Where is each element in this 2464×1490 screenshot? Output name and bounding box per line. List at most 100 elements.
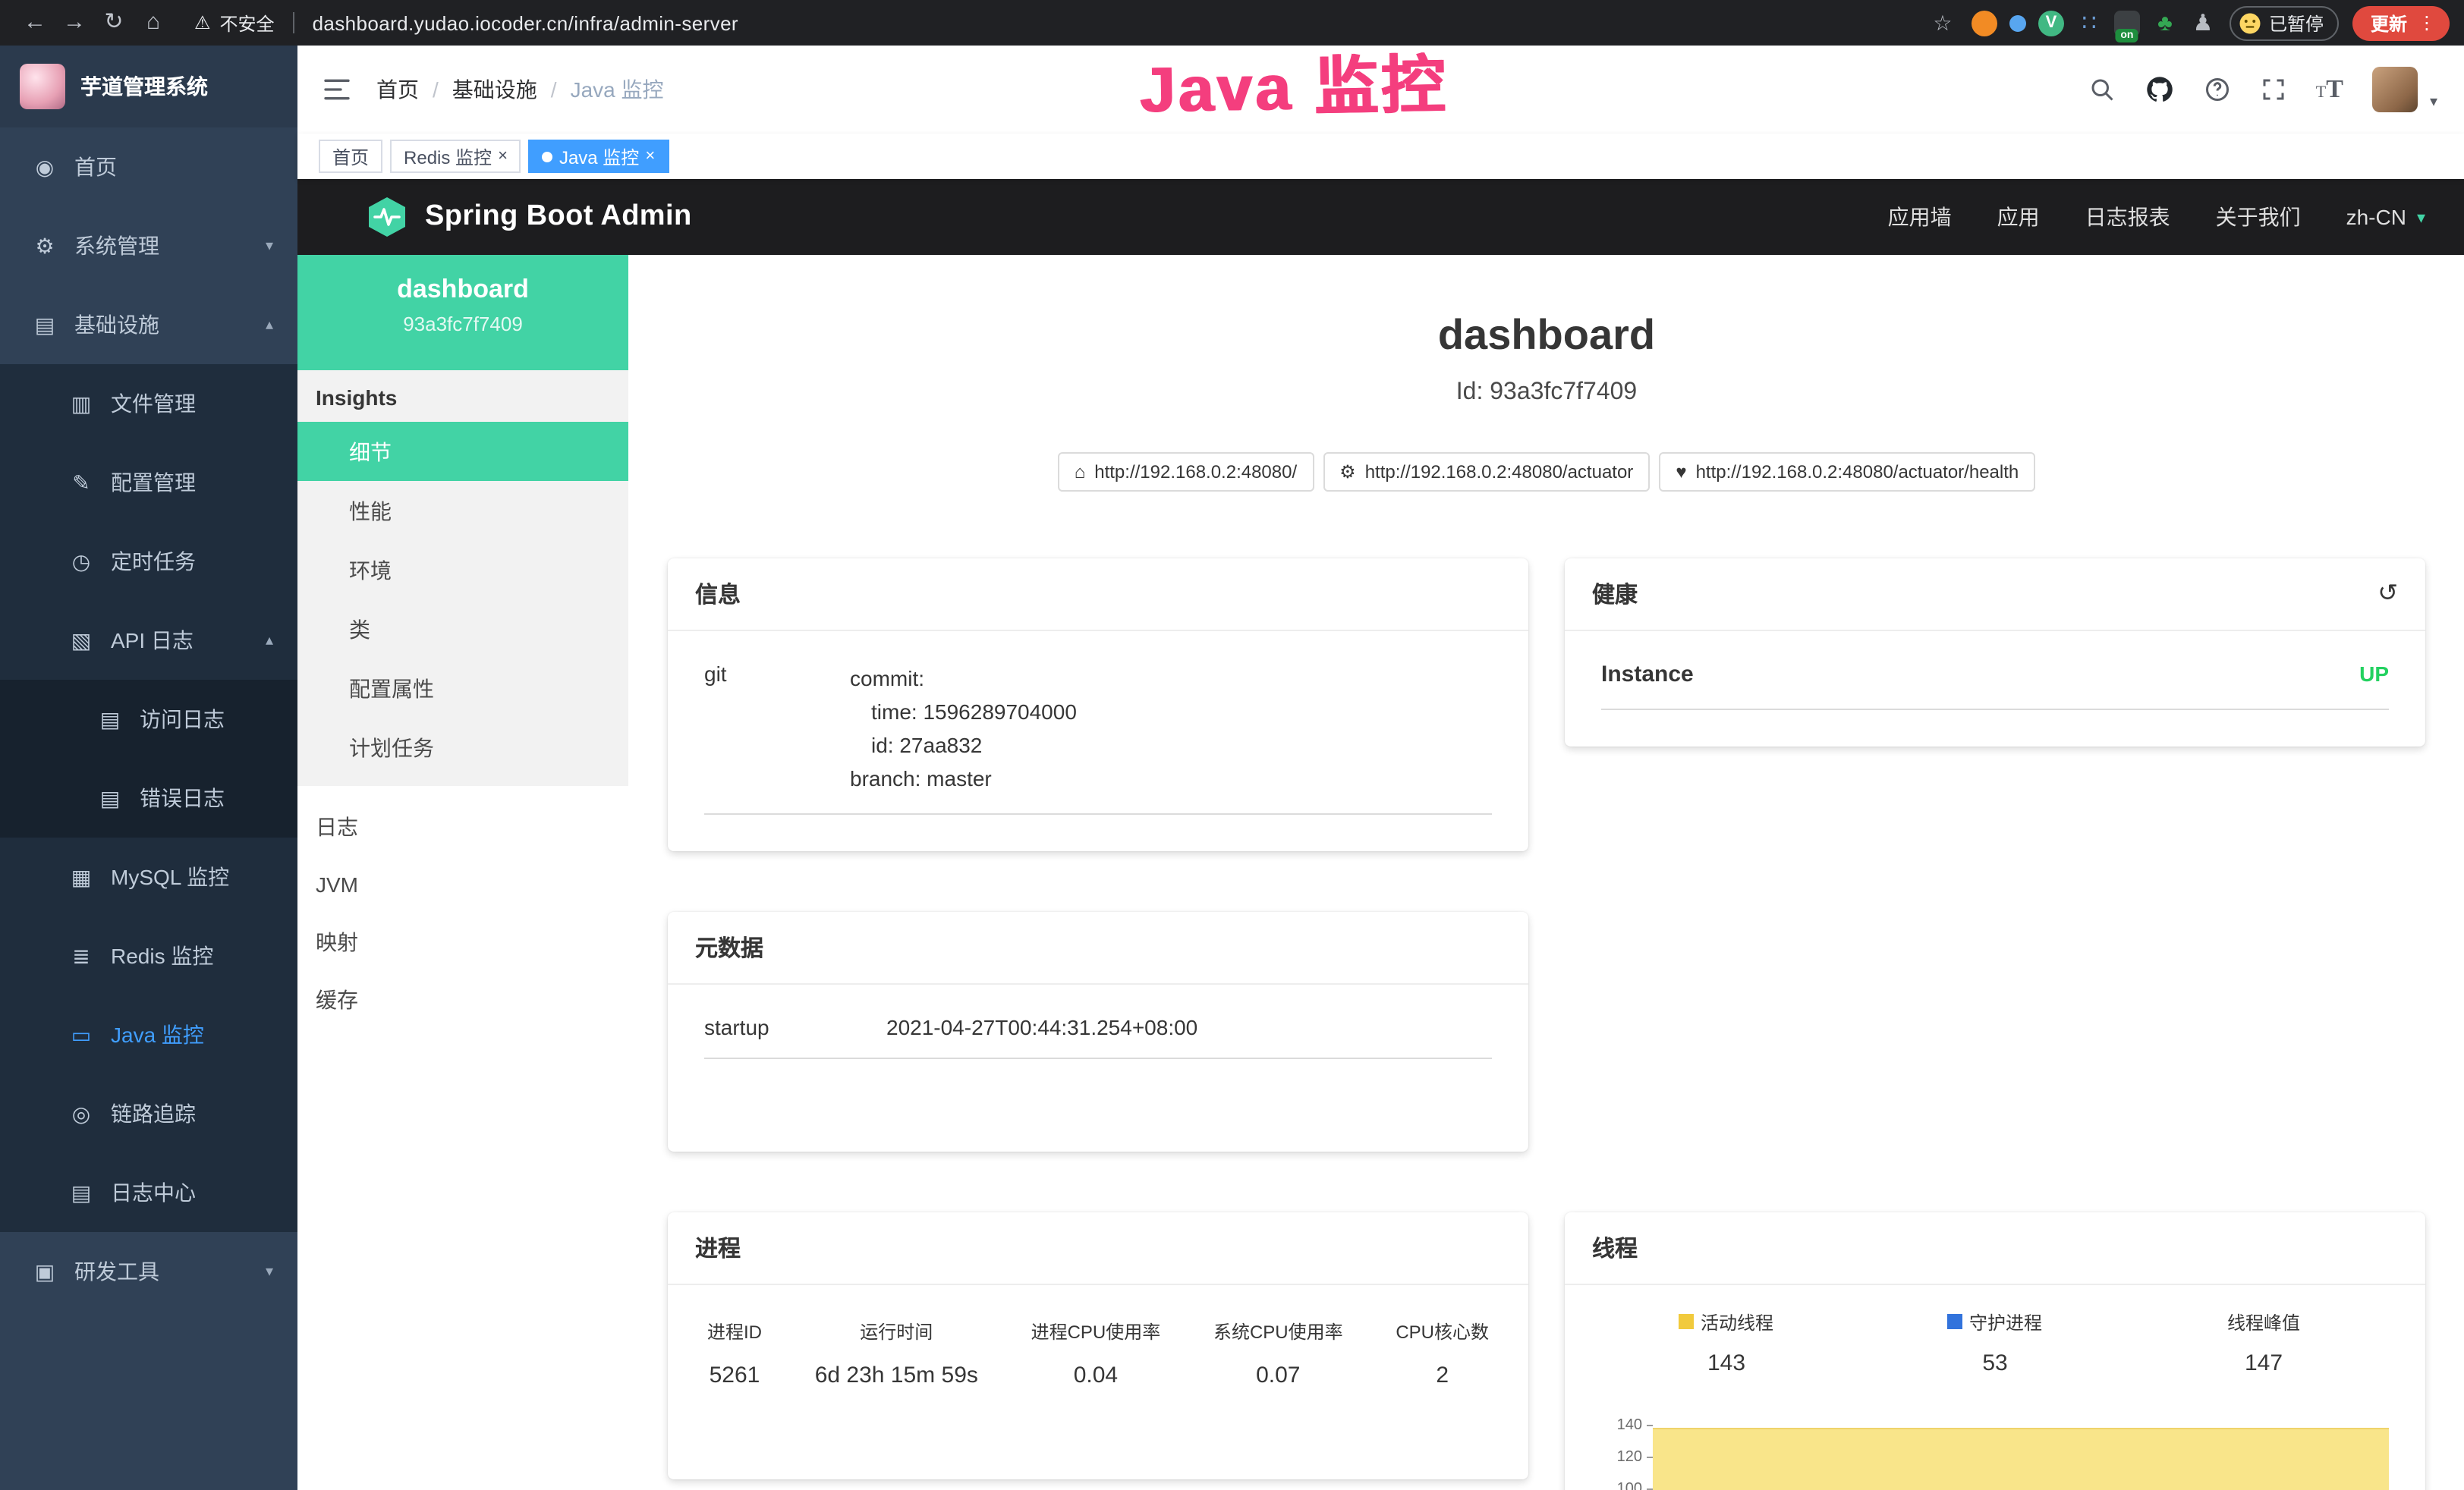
puzzle-extension-icon[interactable]: ♟ [2190,10,2216,36]
mysql-monitor-icon: ▦ [68,864,94,890]
actuator-link[interactable]: ⚙ http://192.168.0.2:48080/actuator [1323,452,1650,492]
heart-link-icon: ♥ [1676,461,1686,483]
git-commit-info: commit: time: 1596289704000 id: 27aa832 … [850,662,1492,795]
tab-bar: 首页 Redis 监控 × Java 监控 × [297,134,2464,179]
instance-name: dashboard [297,275,628,305]
leaf-extension-icon[interactable]: ♣ [2152,10,2178,36]
sidebar-item-log-center[interactable]: ▤ 日志中心 [0,1153,297,1232]
sidebar-item-api-log[interactable]: ▧ API 日志 ▴ [0,601,297,680]
tab-home[interactable]: 首页 [319,140,382,173]
card-title: 元数据 [695,932,763,963]
sidebar-item-home[interactable]: ◉ 首页 [0,127,297,206]
log-center-icon: ▤ [68,1180,94,1206]
avatar-caret-icon[interactable]: ▾ [2430,93,2437,110]
annotation-java-monitor: Java 监控 [1138,33,1448,131]
forward-icon[interactable]: → [55,0,94,46]
health-instance-label: Instance [1601,662,1694,687]
sidebar-item-redis-monitor[interactable]: ≣ Redis 监控 [0,916,297,995]
health-link[interactable]: ♥ http://192.168.0.2:48080/actuator/heal… [1659,452,2035,492]
on-badge: on [2116,28,2138,42]
browser-update-button[interactable]: 更新 ⋮ [2352,5,2450,40]
back-icon[interactable]: ← [15,0,55,46]
search-icon[interactable] [2088,76,2116,103]
submenu-arrow-icon: ▴ [266,316,273,333]
toggle-on-extension-icon[interactable]: on [2114,10,2140,36]
browser-menu-icon[interactable]: ⋮ [2418,12,2436,33]
sidebar-item-trace[interactable]: ◎ 链路追踪 [0,1074,297,1153]
side-item-details[interactable]: 细节 [297,422,628,481]
sidebar-item-file-manage[interactable]: ▥ 文件管理 [0,364,297,443]
side-item-caches[interactable]: 缓存 [297,971,628,1029]
side-item-jvm[interactable]: JVM [297,856,628,913]
profile-paused-badge[interactable]: 已暂停 [2230,5,2339,40]
close-tab-icon[interactable]: × [645,147,655,165]
close-tab-icon[interactable]: × [498,147,508,165]
font-size-icon[interactable]: TT [2316,74,2343,105]
side-item-logs[interactable]: 日志 [297,798,628,856]
drop-extension-icon[interactable] [2009,14,2026,31]
instance-home-link[interactable]: ⌂ http://192.168.0.2:48080/ [1058,452,1314,492]
home-icon[interactable]: ⌂ [134,0,173,46]
active-tab-dot [543,151,553,162]
instance-id-line: Id: 93a3fc7f7409 [628,379,2464,407]
process-stat: CPU核心数 2 [1396,1319,1489,1388]
process-stat: 进程ID 5261 [707,1319,762,1388]
infrastructure-icon: ▤ [32,312,58,338]
config-manage-icon: ✎ [68,470,94,495]
fullscreen-icon[interactable] [2260,76,2287,103]
tab-redis-monitor[interactable]: Redis 监控 × [390,140,521,173]
sidebar-item-scheduled-tasks[interactable]: ◷ 定时任务 [0,522,297,601]
help-icon[interactable] [2204,76,2231,103]
sidebar-item-mysql-monitor[interactable]: ▦ MySQL 监控 [0,838,297,916]
url-text: dashboard.yudao.iocoder.cn/infra/admin-s… [313,11,738,34]
sidebar-item-system-manage[interactable]: ⚙ 系统管理 ▾ [0,206,297,285]
sba-nav-journal[interactable]: 日志报表 [2085,202,2170,232]
sba-nav-applications[interactable]: 应用 [1997,202,2040,232]
github-icon[interactable] [2145,74,2175,105]
app-logo-avatar [20,64,65,109]
user-avatar[interactable] [2372,67,2418,112]
sba-logo-icon[interactable] [367,196,407,238]
history-icon[interactable]: ↺ [2377,579,2398,609]
hamburger-icon[interactable] [322,74,352,105]
side-item-scheduled[interactable]: 计划任务 [297,718,628,777]
side-item-config-props[interactable]: 配置属性 [297,659,628,718]
side-item-performance[interactable]: 性能 [297,481,628,540]
legend-swatch [1948,1315,1963,1330]
access-log-icon: ▤ [97,706,123,732]
info-card: 信息 git commit: time: 15962 [668,558,1528,851]
sba-nav-about[interactable]: 关于我们 [2216,202,2301,232]
warning-icon: ⚠ [194,12,211,33]
side-item-environment[interactable]: 环境 [297,540,628,599]
java-monitor-icon: ▭ [68,1022,94,1048]
instance-header[interactable]: dashboard 93a3fc7f7409 [297,255,628,370]
bookmark-star-icon[interactable]: ☆ [1927,0,1958,46]
locale-label: zh-CN [2346,205,2406,229]
sidebar-item-access-log[interactable]: ▤ 访问日志 [0,680,297,759]
address-bar[interactable]: ⚠ 不安全 dashboard.yudao.iocoder.cn/infra/a… [194,10,738,36]
sidebar-item-config-manage[interactable]: ✎ 配置管理 [0,443,297,522]
sba-nav-applications-wall[interactable]: 应用墙 [1888,202,1952,232]
url-divider [293,12,294,33]
sba-title[interactable]: Spring Boot Admin [425,200,692,234]
sidebar-item-java-monitor[interactable]: ▭ Java 监控 [0,995,297,1074]
sidebar-item-error-log[interactable]: ▤ 错误日志 [0,759,297,838]
sidebar-item-dev-tools[interactable]: ▣ 研发工具 ▾ [0,1232,297,1311]
grid-extension-icon[interactable]: ∷ [2076,10,2102,36]
sba-sidebar: dashboard 93a3fc7f7409 Insights 细节 [297,255,628,1490]
threads-chart: 140 120 [1592,1410,2398,1490]
locale-selector[interactable]: zh-CN ▾ [2346,205,2425,229]
fox-extension-icon[interactable] [1972,10,1997,36]
tab-java-monitor[interactable]: Java 监控 × [529,140,669,173]
vue-devtools-extension-icon[interactable]: V [2038,10,2064,36]
breadcrumb-infrastructure[interactable]: 基础设施 [452,74,537,105]
home-icon: ◉ [32,154,58,180]
app-logo[interactable]: 芋道管理系统 [0,46,297,127]
side-item-mappings[interactable]: 映射 [297,913,628,971]
breadcrumb-home[interactable]: 首页 [376,74,419,105]
sidebar-item-infrastructure[interactable]: ▤ 基础设施 ▴ [0,285,297,364]
side-item-classes[interactable]: 类 [297,599,628,659]
reload-icon[interactable]: ↻ [94,0,134,46]
card-title: 线程 [1592,1232,1638,1264]
redis-monitor-icon: ≣ [68,943,94,969]
